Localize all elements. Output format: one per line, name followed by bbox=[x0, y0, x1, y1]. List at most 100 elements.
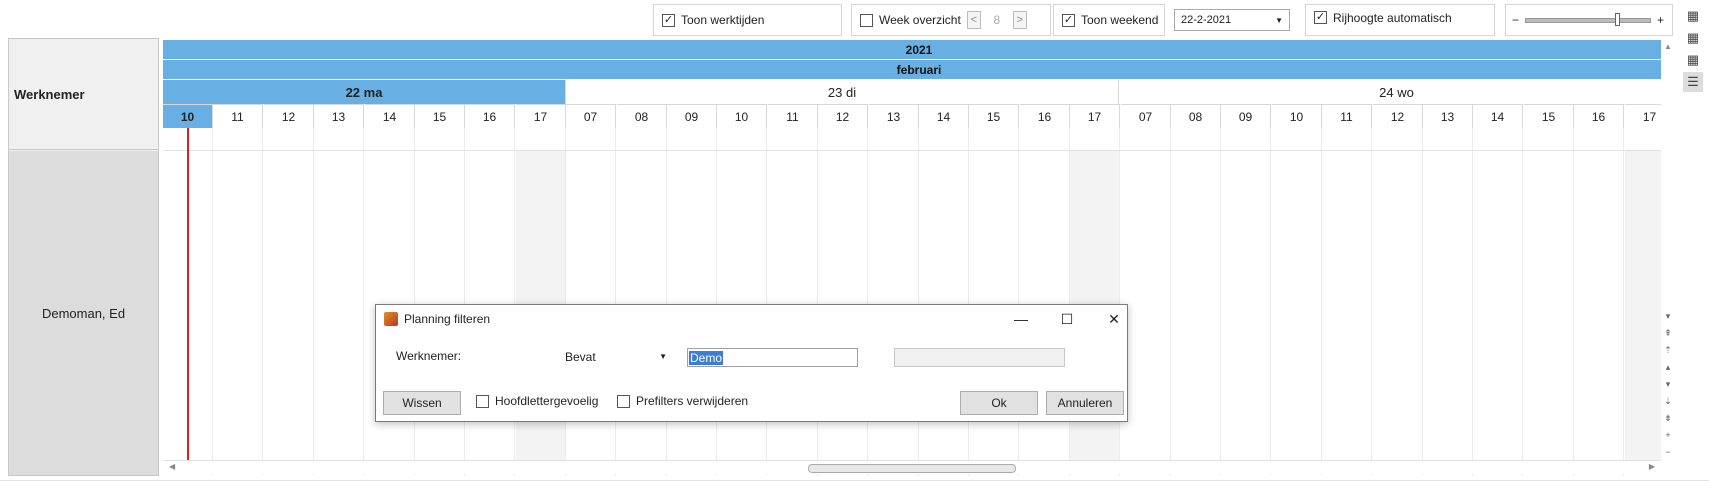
hour-header: 15 bbox=[1524, 104, 1574, 128]
week-overview-label: Week overzicht bbox=[879, 13, 961, 27]
show-weekend-label: Toon weekend bbox=[1081, 13, 1159, 27]
hour-gridline bbox=[867, 128, 868, 476]
row-nav-arrows[interactable]: ▾ ⇞ ⇡ ▴ ▾ ⇣ ⇟ + − bbox=[1663, 308, 1673, 461]
hour-gridline bbox=[1170, 128, 1171, 476]
show-worktimes-toggle[interactable]: ✓ Toon werktijden bbox=[653, 4, 842, 36]
date-picker[interactable]: 22-2-2021 ▼ bbox=[1174, 9, 1290, 31]
hour-gridline bbox=[1623, 128, 1624, 476]
current-time-line bbox=[187, 128, 189, 464]
dialog-titlebar: Planning filteren bbox=[384, 312, 490, 326]
remove-prefilters-label: Prefilters verwijderen bbox=[636, 394, 749, 408]
hour-header: 15 bbox=[969, 104, 1019, 128]
prev-week-button[interactable]: < bbox=[966, 11, 981, 29]
date-value: 22-2-2021 bbox=[1181, 14, 1232, 26]
operator-select[interactable]: Bevat ▼ bbox=[561, 347, 671, 366]
row-height-auto-checkbox[interactable]: ✓ bbox=[1314, 11, 1327, 24]
row-height-auto-label: Rijhoogte automatisch bbox=[1333, 11, 1452, 25]
chevron-down-icon: ▼ bbox=[659, 352, 667, 361]
hour-gridline bbox=[313, 128, 314, 476]
close-icon[interactable]: ✕ bbox=[1099, 309, 1129, 329]
filter-second-value bbox=[894, 348, 1065, 367]
show-weekend-checkbox[interactable]: ✓ bbox=[1062, 13, 1075, 27]
hour-gridline bbox=[1018, 128, 1019, 476]
hour-header: 14 bbox=[1473, 104, 1523, 128]
hour-gridline bbox=[464, 128, 465, 476]
hour-header: 12 bbox=[818, 104, 868, 128]
hour-gridline bbox=[968, 128, 969, 476]
hour-gridline bbox=[1472, 128, 1473, 476]
filter-value-input[interactable]: Demo bbox=[687, 348, 858, 367]
hour-gridline bbox=[212, 128, 213, 476]
case-sensitive-checkbox[interactable] bbox=[476, 394, 489, 408]
year-band: 2021 bbox=[163, 40, 1675, 59]
hour-header: 07 bbox=[566, 104, 616, 128]
clear-button[interactable]: Wissen bbox=[383, 391, 461, 415]
row-height-auto-toggle[interactable]: ✓ Rijhoogte automatisch bbox=[1305, 4, 1495, 36]
show-weekend-toggle[interactable]: ✓ Toon weekend bbox=[1053, 4, 1165, 36]
week-overview-checkbox[interactable] bbox=[860, 13, 873, 27]
view-switcher: ▦ ▦ ▦ ☰ bbox=[1681, 4, 1705, 104]
hour-gridline bbox=[918, 128, 919, 476]
hour-gridline bbox=[565, 128, 566, 476]
hour-gridline bbox=[666, 128, 667, 476]
hour-gridline bbox=[363, 128, 364, 476]
next-week-button[interactable]: > bbox=[1012, 11, 1027, 29]
hour-gridline bbox=[1220, 128, 1221, 476]
show-worktimes-checkbox[interactable]: ✓ bbox=[662, 13, 675, 27]
hour-header: 15 bbox=[415, 104, 465, 128]
ok-button[interactable]: Ok bbox=[960, 391, 1038, 415]
hour-header: 11 bbox=[213, 104, 263, 128]
hour-gridline bbox=[1573, 128, 1574, 476]
hour-header: 10 bbox=[163, 104, 213, 128]
employee-column-header: Werknemer bbox=[9, 39, 158, 150]
vertical-scrollbar[interactable]: ▲ ▾ ⇞ ⇡ ▴ ▾ ⇣ ⇟ + − bbox=[1661, 38, 1675, 476]
case-sensitive-option[interactable]: Hoofdlettergevoelig bbox=[476, 394, 598, 408]
hour-header: 12 bbox=[264, 104, 314, 128]
horizontal-scroll-thumb[interactable] bbox=[808, 464, 1016, 473]
cancel-button[interactable]: Annuleren bbox=[1046, 391, 1124, 415]
minimize-icon[interactable]: — bbox=[1006, 309, 1036, 329]
zoom-out-icon[interactable]: − bbox=[1512, 13, 1519, 27]
day-header-wed: 24 wo bbox=[1119, 80, 1675, 104]
scroll-up-icon[interactable]: ▲ bbox=[1664, 42, 1672, 51]
scroll-right-icon[interactable]: ▶ bbox=[1649, 462, 1655, 471]
week-overview-group: Week overzicht < 8 > bbox=[851, 4, 1051, 36]
week-number: 8 bbox=[993, 13, 1001, 27]
hour-header: 17 bbox=[1070, 104, 1120, 128]
filter-dialog: Planning filteren — ☐ ✕ Werknemer: Bevat… bbox=[375, 304, 1128, 422]
hour-header: 09 bbox=[1221, 104, 1271, 128]
hour-header: 13 bbox=[1423, 104, 1473, 128]
gantt-view-icon[interactable]: ☰ bbox=[1683, 72, 1703, 92]
hour-gridline bbox=[817, 128, 818, 476]
hour-gridline bbox=[1422, 128, 1423, 476]
field-label: Werknemer: bbox=[396, 349, 462, 363]
employee-panel: Werknemer Demoman, Ed bbox=[8, 38, 159, 476]
calendar-month-icon[interactable]: ▦ bbox=[1683, 50, 1703, 70]
zoom-slider[interactable] bbox=[1525, 12, 1652, 26]
remove-prefilters-checkbox[interactable] bbox=[617, 394, 630, 408]
hour-header: 14 bbox=[919, 104, 969, 128]
zoom-slider-thumb[interactable] bbox=[1615, 12, 1621, 26]
dialog-title: Planning filteren bbox=[404, 312, 491, 326]
maximize-icon[interactable]: ☐ bbox=[1052, 309, 1082, 329]
employee-row-name[interactable]: Demoman, Ed bbox=[9, 151, 158, 475]
operator-value: Bevat bbox=[565, 349, 596, 364]
hour-header: 08 bbox=[1171, 104, 1221, 128]
remove-prefilters-option[interactable]: Prefilters verwijderen bbox=[617, 394, 748, 408]
hour-gridline bbox=[1522, 128, 1523, 476]
date-picker-box: 22-2-2021 ▼ bbox=[1171, 4, 1302, 36]
calendar-week-icon[interactable]: ▦ bbox=[1683, 28, 1703, 48]
bottom-divider bbox=[0, 480, 1709, 481]
horizontal-scrollbar[interactable]: ◀ ▶ bbox=[163, 460, 1661, 474]
hour-header: 07 bbox=[1121, 104, 1171, 128]
scroll-left-icon[interactable]: ◀ bbox=[169, 462, 175, 471]
hour-header: 09 bbox=[667, 104, 717, 128]
filter-value-text: Demo bbox=[689, 350, 724, 365]
day-header-mon: 22 ma bbox=[163, 80, 566, 104]
calendar-day-icon[interactable]: ▦ bbox=[1683, 6, 1703, 26]
zoom-in-icon[interactable]: + bbox=[1657, 13, 1664, 27]
case-sensitive-label: Hoofdlettergevoelig bbox=[495, 394, 599, 408]
hour-header: 11 bbox=[1322, 104, 1372, 128]
hour-header: 13 bbox=[869, 104, 919, 128]
hour-header: 13 bbox=[314, 104, 364, 128]
